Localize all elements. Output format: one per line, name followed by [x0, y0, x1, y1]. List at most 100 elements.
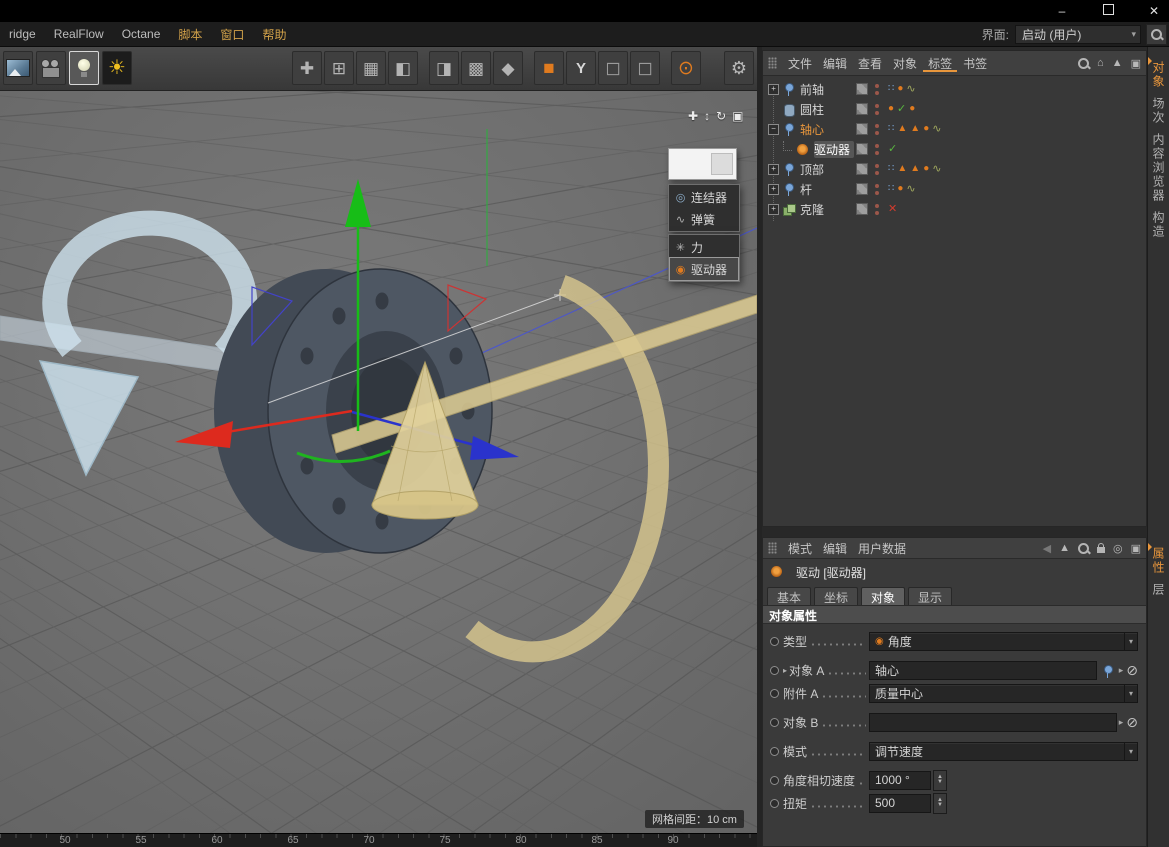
om-menu-file[interactable]: 文件	[783, 55, 817, 72]
torque-input[interactable]: 500	[869, 793, 931, 813]
om-menu-bookmarks[interactable]: 书签	[958, 55, 992, 72]
object-row[interactable]: + 前轴 ∷ ● ∿	[763, 79, 1146, 99]
disabled-cross-icon[interactable]: ✕	[888, 203, 897, 215]
object-b-link-field[interactable]	[869, 712, 1117, 732]
layer-chip[interactable]	[856, 183, 868, 195]
menu-item-connector[interactable]: ◎ 连结器	[670, 186, 738, 208]
array-icon[interactable]: ▩	[461, 51, 491, 85]
expression-tag-icon[interactable]: ∷	[888, 163, 894, 175]
mode-dropdown[interactable]: 调节速度 ▾	[869, 741, 1138, 761]
menu-realflow[interactable]: RealFlow	[45, 27, 113, 41]
visibility-dots[interactable]	[875, 103, 879, 115]
viewport-3d[interactable]: ✚ ↕ ↻ ▣ ◎ 连结器 ∿ 弹簧 ✳ 力 ◉ 驱动器 网格间距：10 cm	[0, 91, 757, 833]
dynamics-tag-icon[interactable]: ●	[923, 163, 929, 175]
side-tab-layers[interactable]: 层	[1150, 583, 1167, 597]
phong-tag-icon[interactable]: ∿	[932, 123, 941, 135]
deform-icon[interactable]: ◆	[493, 51, 523, 85]
visibility-dots[interactable]	[875, 83, 879, 95]
anim-dot-icon[interactable]	[770, 775, 779, 785]
interface-dropdown[interactable]: 启动 (用户) ▾	[1015, 24, 1141, 44]
expression-tag-icon[interactable]: ∷	[888, 83, 894, 95]
enabled-check-icon[interactable]: ✓	[897, 103, 906, 115]
mirror-icon[interactable]: ◨	[429, 51, 459, 85]
om-menu-edit[interactable]: 编辑	[818, 55, 852, 72]
object-row[interactable]: 圆柱 ● ✓ ●	[763, 99, 1146, 119]
am-menu-mode[interactable]: 模式	[783, 540, 817, 557]
toggle-view-icon[interactable]: ▣	[732, 109, 743, 123]
layout-icon[interactable]: ▣	[1131, 57, 1141, 70]
link-menu-icon[interactable]: ▸	[1119, 717, 1124, 728]
menu-window[interactable]: 窗口	[211, 26, 253, 43]
layer-chip[interactable]	[856, 103, 868, 115]
tab-coordinates[interactable]: 坐标	[814, 587, 859, 605]
history-back-icon[interactable]: ◀	[1043, 542, 1051, 555]
timeline-ruler[interactable]: 50 55 60 65 70 75 80 85 90	[0, 833, 757, 847]
object-name[interactable]: 前轴	[800, 81, 854, 98]
menu-item-force[interactable]: ✳ 力	[670, 236, 738, 258]
settings-gear-icon[interactable]: ⚙	[724, 51, 754, 85]
dolly-icon[interactable]: ↕	[704, 109, 710, 123]
object-name[interactable]: 克隆	[800, 201, 854, 218]
anim-dot-icon[interactable]	[770, 665, 779, 675]
anim-dot-icon[interactable]	[770, 717, 779, 727]
anim-dot-icon[interactable]	[770, 798, 779, 808]
simulation-icon[interactable]: ⊙	[671, 51, 701, 85]
am-menu-userdata[interactable]: 用户数据	[853, 540, 911, 557]
object-row[interactable]: + 顶部 ∷ ▲ ▲ ● ∿	[763, 159, 1146, 179]
menu-octane[interactable]: Octane	[113, 27, 170, 41]
object-name[interactable]: 驱动器	[814, 140, 854, 158]
dynamics-tag-icon[interactable]: ●	[909, 103, 915, 115]
expand-icon[interactable]: ▸	[783, 666, 787, 675]
expander-icon[interactable]: +	[768, 163, 779, 175]
object-name[interactable]: 顶部	[800, 161, 854, 178]
visibility-dots[interactable]	[875, 203, 879, 215]
up-icon[interactable]: ▲	[1112, 57, 1123, 69]
clear-link-icon[interactable]: ⊘	[1126, 714, 1138, 731]
drag-grip-icon[interactable]	[768, 542, 777, 554]
panel-splitter-horizontal[interactable]	[762, 527, 1147, 537]
side-tab-attributes[interactable]: 属性	[1150, 547, 1167, 575]
tab-display[interactable]: 显示	[908, 587, 953, 605]
menu-item-spring[interactable]: ∿ 弹簧	[670, 208, 738, 230]
rotate-icon[interactable]: ↻	[716, 109, 726, 123]
object-name[interactable]: 圆柱	[800, 101, 854, 118]
magnet-icon[interactable]: ◧	[388, 51, 418, 85]
side-tab-objects[interactable]: 对象	[1150, 61, 1167, 89]
spinner-icon[interactable]: ▲ ▼	[933, 769, 947, 791]
object-row[interactable]: − 轴心 ∷ ▲ ▲ ● ∿	[763, 119, 1146, 139]
dynamics-tag-icon[interactable]: ●	[888, 103, 894, 115]
anim-dot-icon[interactable]	[770, 636, 779, 646]
object-row[interactable]: + 克隆 ✕	[763, 199, 1146, 219]
anim-dot-icon[interactable]	[770, 746, 779, 756]
light-icon[interactable]	[69, 51, 99, 85]
wire-cube2-icon[interactable]: ◻	[630, 51, 660, 85]
parent-icon[interactable]: ▲	[1059, 542, 1070, 554]
expression-tag-icon[interactable]: ∷	[888, 123, 894, 135]
visibility-dots[interactable]	[875, 183, 879, 195]
close-icon[interactable]: ✕	[1145, 4, 1163, 18]
scene-canvas[interactable]	[0, 91, 757, 833]
pan-icon[interactable]: ✚	[688, 109, 698, 123]
camera-icon[interactable]	[36, 51, 66, 85]
axis-icon[interactable]: ✚	[292, 51, 322, 85]
expander-icon[interactable]: +	[768, 83, 779, 95]
phong-tag-icon[interactable]: ∿	[932, 163, 941, 175]
home-icon[interactable]: ⌂	[1097, 57, 1104, 69]
side-tab-content-browser[interactable]: 内容浏览器	[1150, 133, 1167, 203]
attachment-a-dropdown[interactable]: 质量中心 ▾	[869, 683, 1138, 703]
om-menu-view[interactable]: 查看	[853, 55, 887, 72]
visibility-dots[interactable]	[875, 123, 879, 135]
protection-tag-icon[interactable]: ▲	[910, 123, 920, 135]
command-search-button[interactable]	[1146, 24, 1167, 45]
collapse-icon[interactable]: −	[768, 123, 779, 135]
snap-icon[interactable]: ⊞	[324, 51, 354, 85]
tab-basic[interactable]: 基本	[767, 587, 812, 605]
maximize-icon[interactable]	[1099, 4, 1117, 18]
primitive-cube-icon[interactable]: ■	[534, 51, 564, 85]
layer-chip[interactable]	[856, 123, 868, 135]
wire-cube-icon[interactable]: ◻	[598, 51, 628, 85]
side-tab-takes[interactable]: 场次	[1150, 97, 1167, 125]
angular-speed-input[interactable]: 1000 °	[869, 770, 931, 790]
target-icon[interactable]: ◎	[1113, 542, 1123, 555]
layout-icon[interactable]: ▣	[1131, 542, 1141, 555]
